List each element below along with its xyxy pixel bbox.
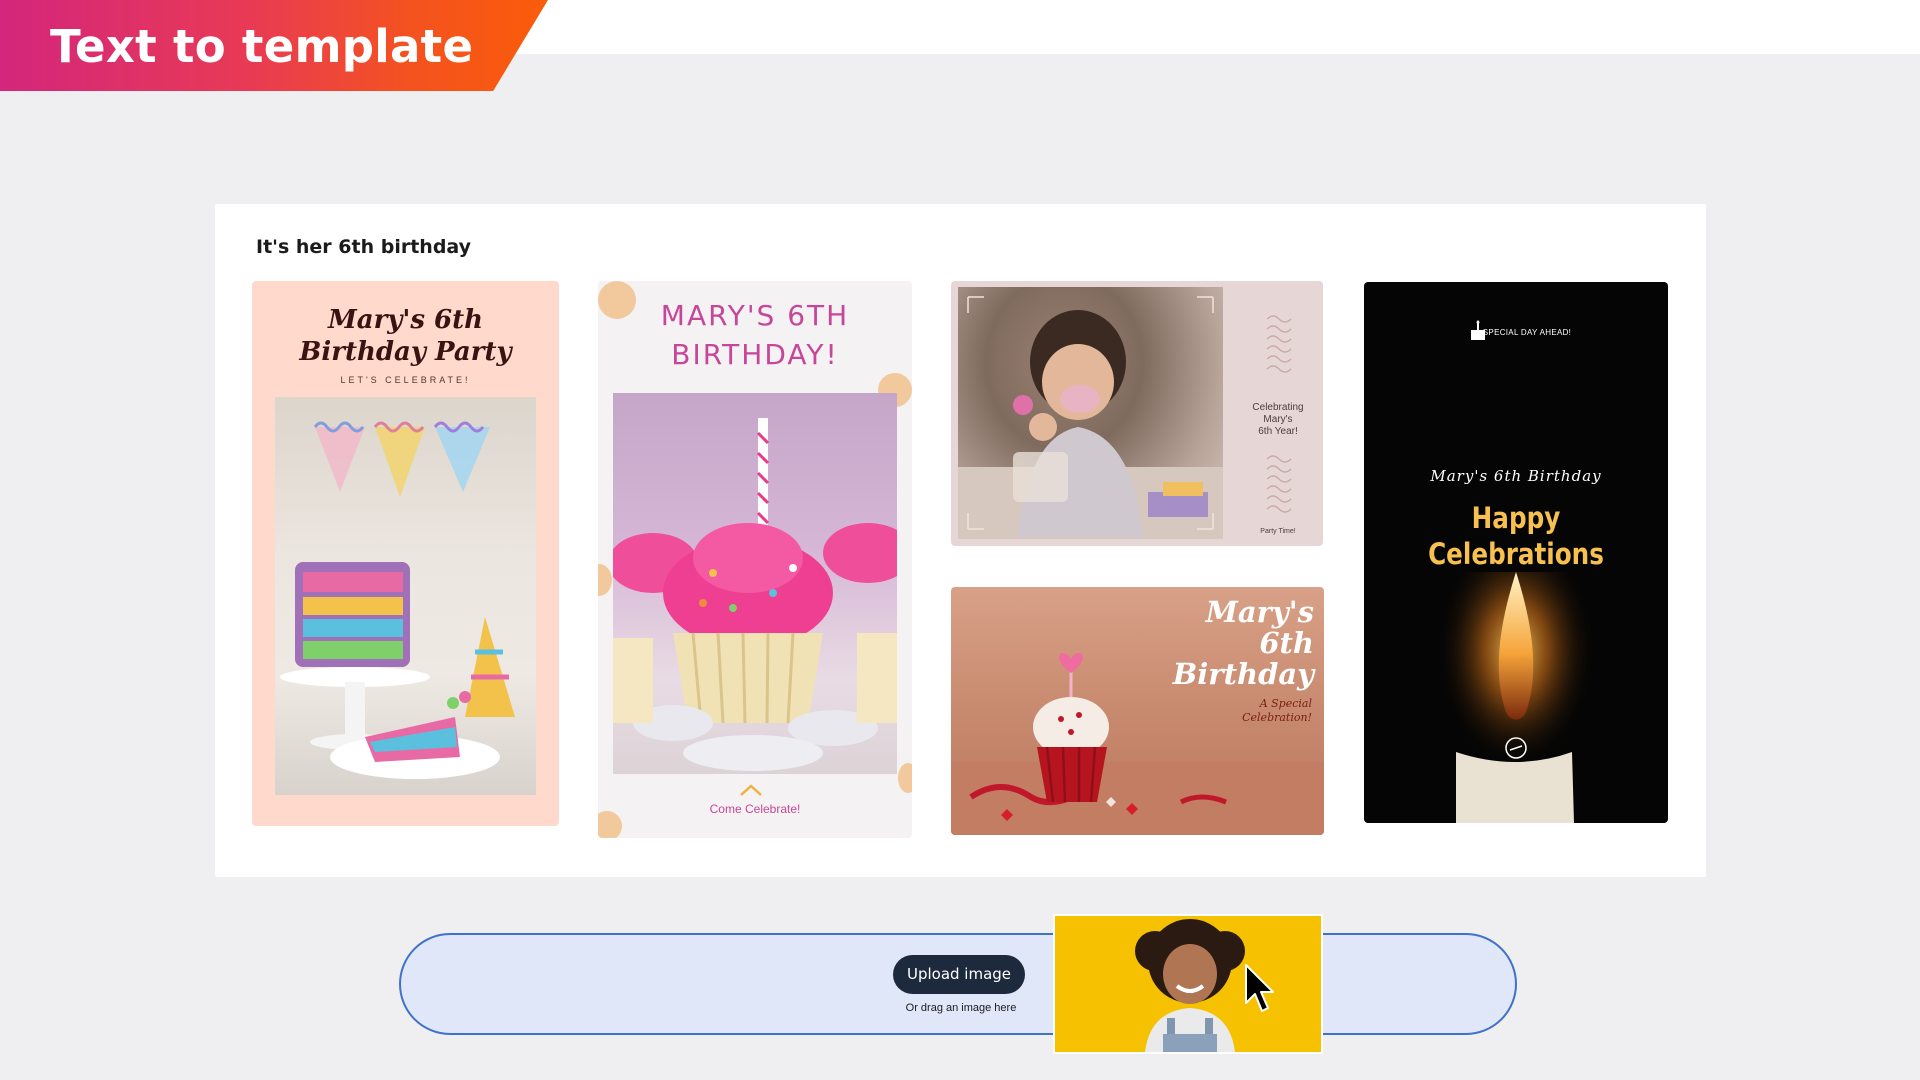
wavy-lines-icon [1266,315,1292,373]
template-card-4[interactable]: Mary's 6th Birthday A Special Celebratio… [951,587,1324,835]
card5-headline-line1: Happy [1471,501,1561,535]
wavy-lines-icon [1266,455,1292,513]
card5-headline-line2: Celebrations [1428,537,1604,571]
card4-title: Mary's 6th Birthday [1173,597,1314,690]
card4-subtitle-line1: A Special [1259,697,1312,710]
card2-title-line1: MARY'S 6TH [660,299,850,332]
card5-top-text: SPECIAL DAY AHEAD! [1482,328,1572,337]
child-photo [1135,919,1245,1052]
template-card-2[interactable]: MARY'S 6TH BIRTHDAY! Come Celebrate! [598,281,912,838]
candle-flame-illustration [1436,572,1596,823]
decor-dot [898,763,912,793]
decor-dot [598,564,612,596]
card2-footer: Come Celebrate! [709,802,801,816]
card3-footer: Party Time! [1260,528,1296,535]
card4-subtitle-line2: Celebration! [1242,711,1312,724]
card4-subtitle: A Special Celebration! [1242,697,1312,725]
card3-side-line3: 6th Year! [1258,426,1298,437]
card3-side-text: Celebrating Mary's 6th Year! [1241,402,1315,438]
card2-title-line2: BIRTHDAY! [671,338,839,371]
mouse-cursor-icon [1245,964,1274,1012]
chevron-up-icon [740,784,762,796]
card3-side-line2: Mary's [1263,414,1293,425]
card5-script: Mary's 6th Birthday [1430,467,1602,485]
banner-title: Text to template [50,20,474,73]
card3-side-line1: Celebrating [1252,402,1304,413]
card3-child-photo [958,287,1223,539]
template-card-5[interactable]: SPECIAL DAY AHEAD! Mary's 6th Birthday H… [1364,282,1668,823]
card2-cupcake-photo [613,393,897,774]
template-card-3[interactable]: Celebrating Mary's 6th Year! Party Time! [951,281,1323,546]
dragged-image-thumbnail[interactable] [1053,914,1323,1054]
template-card-1[interactable]: Mary's 6th Birthday Party LET'S CELEBRAT… [252,281,559,826]
card4-title-line3: Birthday [1172,657,1314,691]
card4-title-line2: 6th [1259,626,1314,660]
card1-title-line1: Mary's 6th [327,305,484,335]
upload-image-button[interactable]: Upload image [893,955,1025,994]
card4-title-line1: Mary's [1205,595,1314,629]
card1-cake-photo [275,397,536,795]
drag-hint: Or drag an image here [905,1002,1017,1014]
card1-subtitle: LET'S CELEBRATE! [340,375,471,385]
card1-title-line2: Birthday Party [299,337,512,367]
prompt-text: It's her 6th birthday [256,236,472,258]
